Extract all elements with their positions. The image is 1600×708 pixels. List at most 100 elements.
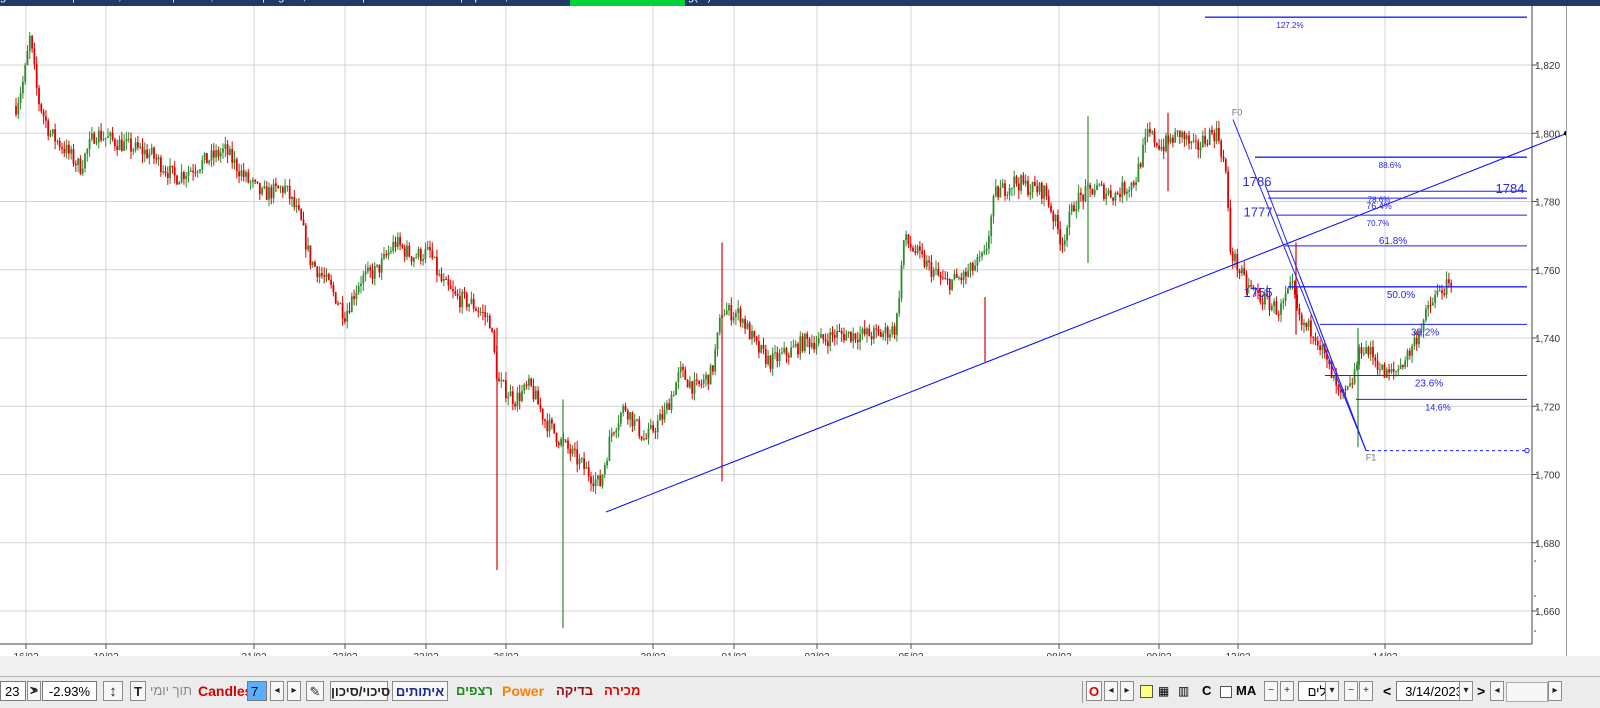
candle-body [889,334,891,338]
floors-label[interactable]: רצפים [456,681,493,701]
date-dropdown-icon[interactable]: ▾ [1459,681,1473,701]
candle-body [500,380,503,382]
candle-body [196,171,199,173]
candle-body [1360,347,1363,354]
candle-body [1050,205,1052,212]
candle-style-icon[interactable]: ▥ [1178,681,1189,701]
candle-body [1406,350,1409,361]
candle-body [116,146,119,150]
header-segment: 0.03% 0.03% 0.03% [770,0,870,3]
candle-body [1404,360,1407,368]
o-button[interactable]: O [1086,681,1102,701]
intraday-label[interactable]: תוך יומי [150,681,192,701]
tools-dropdown-icon[interactable]: ▾ [1325,681,1339,701]
candle-body [937,268,940,275]
candle-body [576,449,579,465]
risk-reward-button[interactable]: סיכוי/סיכון [330,681,390,701]
candle-body [705,374,707,380]
ma-label[interactable]: MA [1236,681,1256,701]
zoom-out-icon[interactable]: − [1264,681,1278,701]
candle-body [1082,194,1085,201]
candle-body [751,331,753,340]
candle-body [1160,146,1163,150]
candle-body [574,448,576,450]
candle-body [1181,132,1183,138]
candle-body [1183,132,1186,140]
candle-body [785,348,788,356]
candle-body [1075,208,1078,212]
candle-body [1213,132,1216,142]
candle-body [838,331,841,333]
candle-body [1137,163,1140,182]
power-label[interactable]: Power [502,681,544,701]
c-button[interactable]: C [1202,681,1211,701]
hscroll-right-icon[interactable]: ▸ [1548,681,1562,701]
sell-label[interactable]: מכירה [604,681,640,701]
candle-body [185,175,188,180]
candles-prev-icon[interactable]: ◂ [270,681,284,701]
candle-body [578,458,581,465]
candles-value-field[interactable]: 7 [247,681,267,701]
candle-body [514,403,516,407]
candles-label[interactable]: Candles [198,681,252,701]
right-scroll-strip[interactable] [1567,6,1600,656]
candle-body [153,147,155,159]
candle-body [56,140,59,142]
candle-body [728,305,730,311]
text-tool-button[interactable]: T [130,681,146,701]
color-square-icon[interactable] [1140,681,1156,701]
candle-body [507,396,510,399]
eraser-icon[interactable]: ✎ [306,681,324,701]
candle-body [325,274,328,277]
date-back-arrow-icon[interactable]: < [1383,681,1391,701]
forward-arrow-icon[interactable]: > [28,681,40,701]
fib-level-label: 38.2% [1411,327,1439,338]
candle-body [1399,365,1402,370]
tools-minus-icon[interactable]: − [1344,681,1358,701]
candle-body [93,133,96,144]
grid-icon[interactable]: ▦ [1158,681,1169,701]
candle-body [1116,192,1119,195]
candle-body [95,142,98,144]
candle-body [539,404,542,409]
candle-body [157,157,160,160]
zoom-in-icon[interactable]: + [1280,681,1294,701]
candle-body [530,378,533,386]
period-field[interactable]: 23 [0,681,26,701]
y-tick-label: 1,720 [1535,402,1560,413]
change-percent-field[interactable]: -2.93% [42,681,97,701]
candle-body [663,409,666,420]
candle-body [606,460,608,466]
vertical-resize-icon[interactable]: ↕ [103,681,123,701]
candle-body [146,149,148,158]
candle-body [764,348,767,365]
price-chart-svg[interactable]: 1,820 1,800 1,780 1,760 1,740 1,720 1,700 1,680… [0,6,1566,656]
date-forward-arrow-icon[interactable]: > [1477,681,1485,701]
candle-body [1038,182,1041,193]
candle-body [1303,322,1305,325]
candles-next-icon[interactable]: ▸ [287,681,301,701]
fib-level-label: 76.4% [1366,201,1392,211]
test-label[interactable]: בדיקה [556,681,593,701]
candle-body [314,262,316,267]
ma-checkbox[interactable] [1220,681,1232,701]
x-tick-label: 16/02 [13,652,38,656]
candle-body [1365,347,1367,354]
hscroll-left-icon[interactable]: ◂ [1490,681,1504,701]
candle-body [1211,129,1213,133]
candle-body [909,244,912,248]
tools-plus-icon[interactable]: + [1359,681,1373,701]
chart-area[interactable]: 1,820 1,800 1,780 1,760 1,740 1,720 1,700 1,680… [0,6,1567,656]
candle-body [1045,185,1048,197]
candle-body [948,279,951,290]
candle-body [1351,383,1354,385]
scroll-right-icon[interactable]: ▸ [1120,681,1134,701]
hscroll-track[interactable] [1506,682,1548,702]
candle-body [656,420,659,433]
scroll-left-icon[interactable]: ◂ [1104,681,1118,701]
candle-body [1130,182,1133,190]
candle-body [896,313,898,335]
candle-body [914,251,917,254]
signals-button[interactable]: איתותים [392,681,448,701]
candle-body [1135,181,1137,186]
